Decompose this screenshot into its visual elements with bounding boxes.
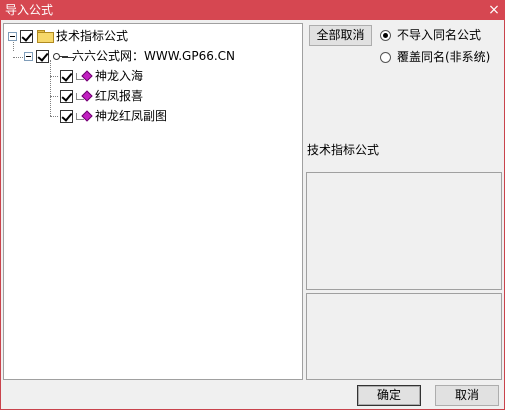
tree-node-label: 红凤报喜 <box>95 89 144 103</box>
tree-connector <box>50 116 58 117</box>
formula-description-panel <box>306 172 502 290</box>
tree-node-label: 神龙入海 <box>95 69 144 83</box>
key-icon <box>53 51 69 61</box>
formula-checkbox[interactable] <box>60 89 73 103</box>
deselect-all-button[interactable]: 全部取消 <box>309 25 372 46</box>
formula-detail-panel <box>306 293 502 380</box>
tree-node-formula[interactable]: 红凤报喜 <box>60 87 143 105</box>
formula-checkbox[interactable] <box>60 109 73 123</box>
close-icon[interactable]: × <box>483 0 505 20</box>
radio-overwrite-label: 覆盖同名(非系统) <box>397 50 491 64</box>
formula-category-label: 技术指标公式 <box>307 143 380 157</box>
window-title: 导入公式 <box>5 3 54 17</box>
title-bar: 导入公式 × <box>0 0 505 20</box>
tree-node-label: 技术指标公式 <box>56 29 129 43</box>
formula-tree[interactable]: 技术指标公式 六六公式网：WWW.GP66.CN 神龙入海 红凤报喜 神龙红凤副… <box>3 23 303 380</box>
tree-node-formula[interactable]: 神龙入海 <box>60 67 143 85</box>
cancel-button[interactable]: 取消 <box>435 385 499 406</box>
collapse-icon[interactable] <box>24 51 33 61</box>
tree-connector <box>13 57 23 58</box>
tree-connector <box>50 76 58 77</box>
folder-icon <box>37 30 54 43</box>
formula-icon <box>76 110 92 122</box>
root-checkbox[interactable] <box>20 29 33 43</box>
tree-connector <box>50 96 58 97</box>
formula-checkbox[interactable] <box>60 69 73 83</box>
tree-node-root[interactable]: 技术指标公式 <box>8 27 128 45</box>
radio-overwrite-duplicates[interactable]: 覆盖同名(非系统) <box>380 50 490 64</box>
collapse-icon[interactable] <box>8 31 17 41</box>
radio-overwrite-dot[interactable] <box>380 51 391 63</box>
tree-node-label: 六六公式网：WWW.GP66.CN <box>72 49 236 63</box>
radio-skip-duplicates[interactable]: 不导入同名公式 <box>380 28 481 42</box>
radio-skip-label: 不导入同名公式 <box>397 28 482 42</box>
tree-node-label: 神龙红凤副图 <box>95 109 168 123</box>
tree-node-formula[interactable]: 神龙红凤副图 <box>60 107 167 125</box>
formula-icon <box>76 90 92 102</box>
group-checkbox[interactable] <box>36 49 49 63</box>
tree-node-group[interactable]: 六六公式网：WWW.GP66.CN <box>24 47 235 65</box>
tree-connector <box>50 60 51 116</box>
ok-button[interactable]: 确定 <box>357 385 421 406</box>
radio-skip-dot[interactable] <box>380 29 391 41</box>
formula-icon <box>76 70 92 82</box>
